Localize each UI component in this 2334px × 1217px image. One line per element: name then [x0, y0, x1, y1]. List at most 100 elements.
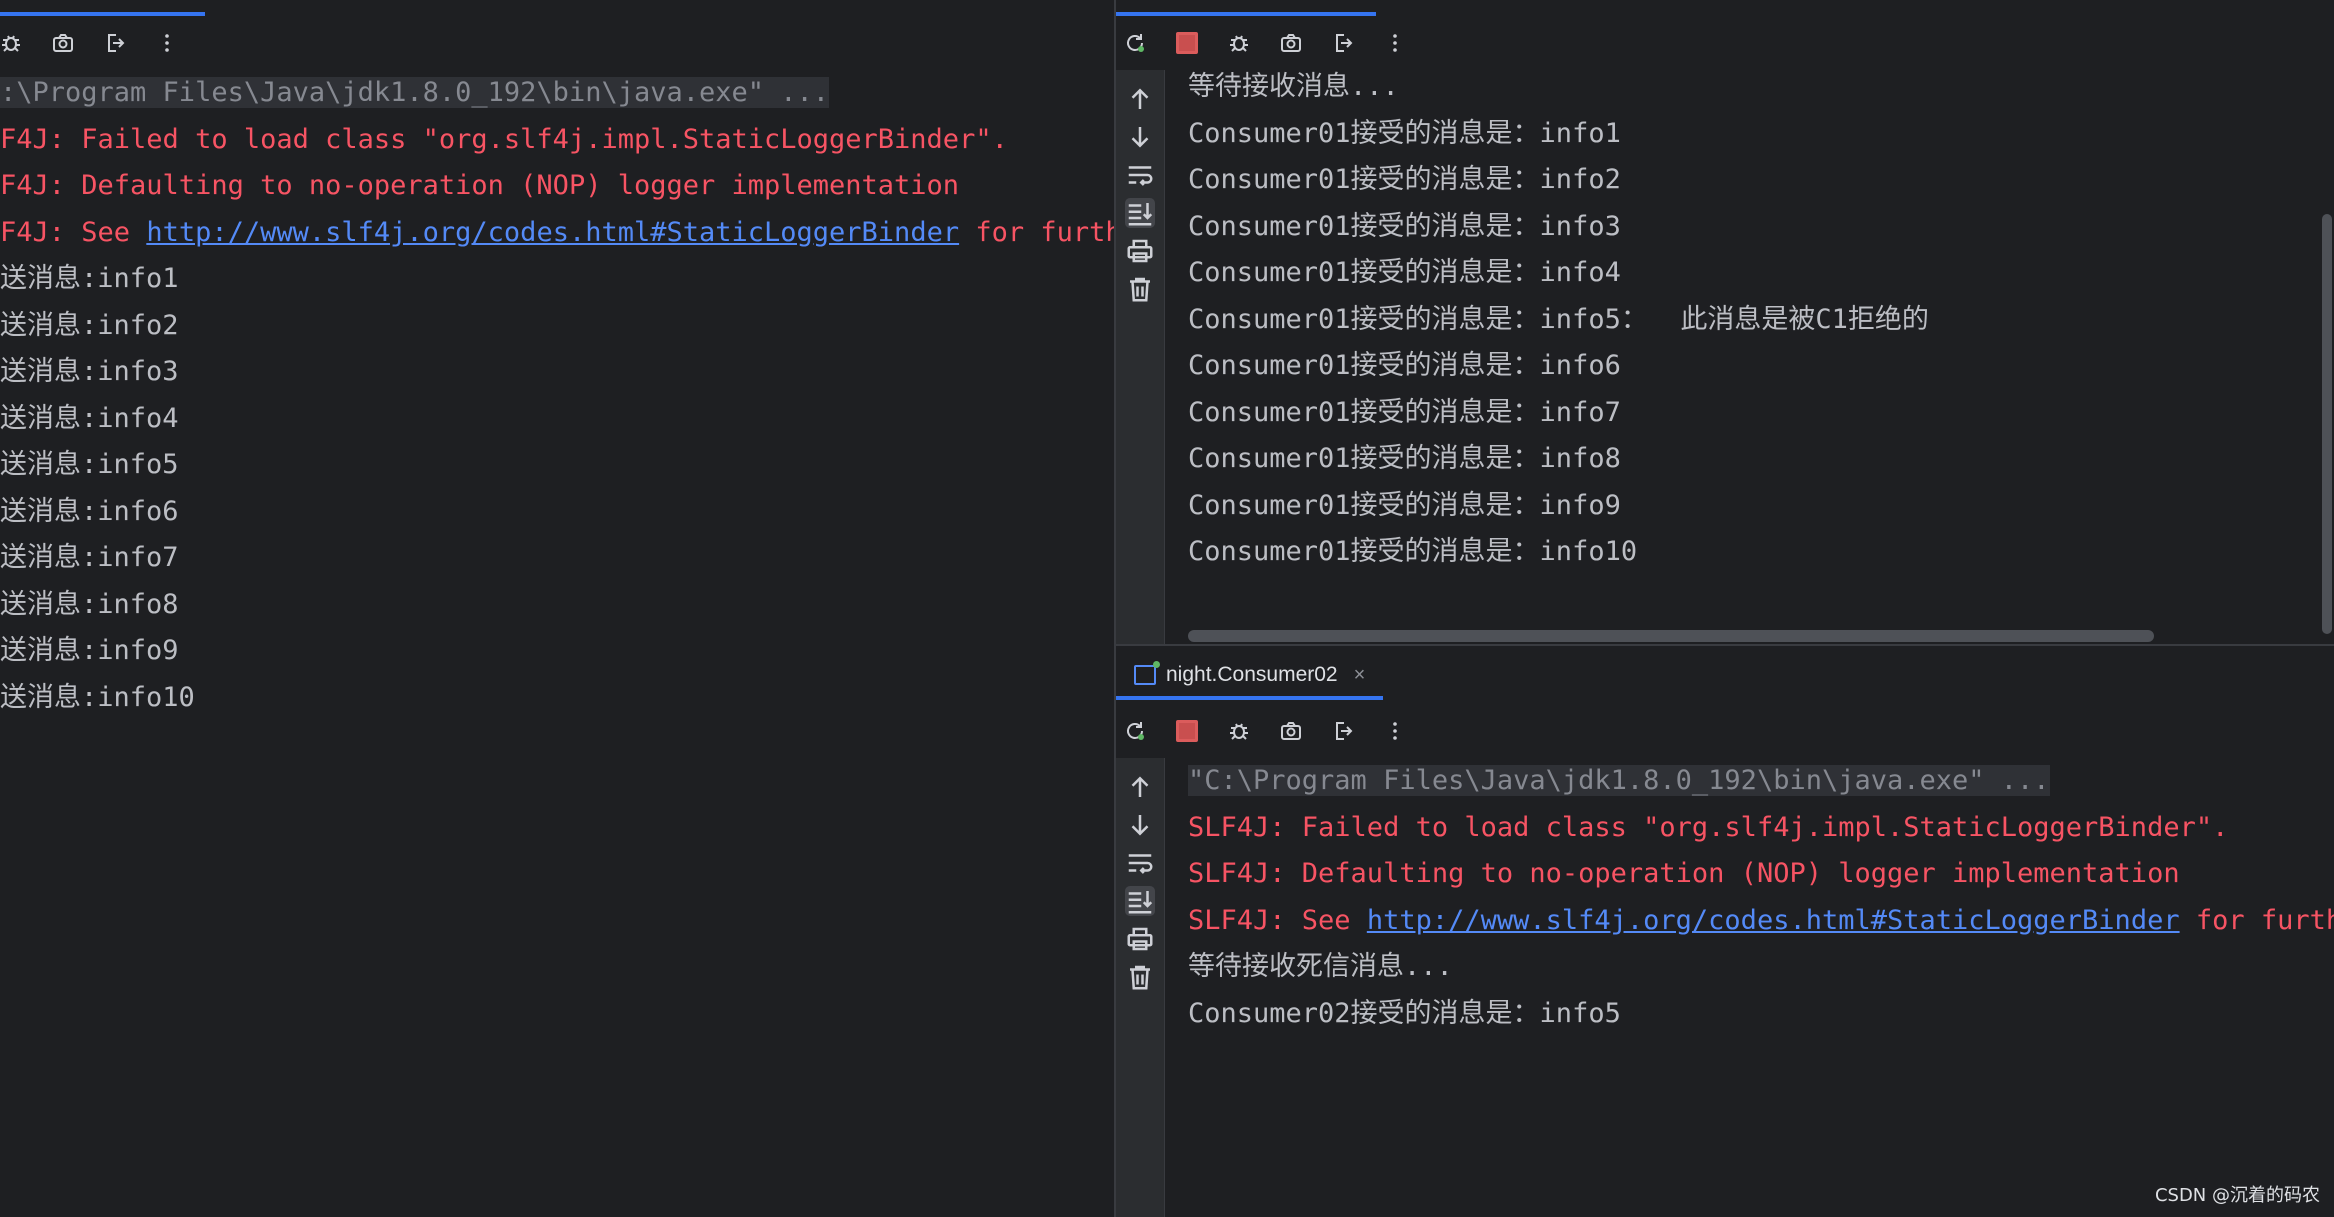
rerun-icon[interactable]: [1120, 28, 1150, 58]
tab-active-underline: [1116, 696, 1384, 700]
exit-icon[interactable]: [1328, 28, 1358, 58]
console-line: Consumer01接受的消息是：info2: [1188, 157, 1621, 203]
console-line-text: 送消息:info8: [0, 588, 179, 620]
console-line: Consumer01接受的消息是：info9: [1188, 483, 1621, 529]
right-bottom-console-output: "C:\Program Files\Java\jdk1.8.0_192\bin\…: [1188, 758, 2334, 1178]
console-line: Consumer02接受的消息是：info5: [1188, 991, 1621, 1037]
debug-icon[interactable]: [0, 28, 26, 58]
console-line-text: SLF4J: Defaulting to no-operation (NOP) …: [1188, 858, 2180, 889]
console-line-text: Consumer02接受的消息是：info5: [1188, 997, 1621, 1029]
console-line-suffix: for furthe: [2195, 904, 2334, 936]
watermark: CSDN @沉着的码农: [2154, 1185, 2320, 1206]
console-line-text: 送消息:info9: [0, 635, 179, 666]
print-icon[interactable]: [1125, 236, 1155, 266]
tab-label: night.Consumer02: [1166, 663, 1338, 686]
print-icon[interactable]: [1125, 924, 1155, 954]
console-line-text: F4J: See: [0, 216, 147, 248]
console-line: Consumer01接受的消息是：info4: [1188, 250, 1621, 296]
console-line-text: :\Program Files\Java\jdk1.8.0_192\bin\ja…: [0, 77, 830, 108]
console-line: 送消息:info9: [0, 628, 179, 674]
right-top-console-pane: 等待接收消息... Consumer01接受的消息是：info1 Consumer0…: [1116, 0, 2334, 644]
console-line: 等待接收死信消息...: [1188, 944, 1453, 990]
arrow-down-icon[interactable]: [1125, 810, 1155, 840]
console-line-text: 等待接收死信消息...: [1188, 951, 1453, 982]
right-bottom-side-toolbar: [1116, 758, 1165, 1217]
console-line-text: "C:\Program Files\Java\jdk1.8.0_192\bin\…: [1188, 765, 2050, 796]
console-line-text: Consumer01接受的消息是：info8: [1188, 443, 1621, 474]
console-line: 送消息:info3: [0, 349, 179, 395]
console-line: Consumer01接受的消息是：info8: [1188, 436, 1621, 482]
console-line: 送消息:info7: [0, 535, 179, 581]
close-icon[interactable]: ×: [1354, 664, 1366, 687]
more-icon[interactable]: [152, 28, 182, 58]
vertical-scrollbar[interactable]: [2322, 214, 2332, 634]
console-line: 送消息:info1: [0, 256, 179, 302]
console-line: F4J: See http://www.slf4j.org/codes.html…: [0, 210, 1114, 256]
console-line-text: 送消息:info10: [0, 681, 195, 713]
scroll-to-end-icon[interactable]: [1125, 198, 1155, 228]
soft-wrap-icon[interactable]: [1125, 160, 1155, 190]
console-line: 送消息:info6: [0, 489, 179, 535]
exit-icon[interactable]: [1328, 716, 1358, 746]
arrow-up-icon[interactable]: [1125, 772, 1155, 802]
tab-night-consumer02[interactable]: night.Consumer02 ×: [1116, 650, 1384, 700]
camera-icon[interactable]: [1276, 28, 1306, 58]
horizontal-scrollbar[interactable]: [1188, 630, 2154, 642]
console-line: Consumer01接受的消息是：info7: [1188, 390, 1621, 436]
console-line-text: Consumer01接受的消息是：info10: [1188, 536, 1638, 567]
console-line-text: SLF4J: Failed to load class "org.slf4j.i…: [1188, 811, 2229, 843]
console-line-text: SLF4J: See: [1188, 904, 1367, 936]
console-line: Consumer01接受的消息是：info5： 此消息是被C1拒绝的: [1188, 297, 1929, 343]
scroll-to-end-icon[interactable]: [1125, 886, 1155, 916]
left-toolbar: [0, 16, 182, 70]
more-icon[interactable]: [1380, 716, 1410, 746]
camera-icon[interactable]: [1276, 716, 1306, 746]
console-line: 送消息:info10: [0, 675, 195, 721]
stop-icon[interactable]: [1172, 716, 1202, 746]
left-console-pane: :\Program Files\Java\jdk1.8.0_192\bin\ja…: [0, 0, 1114, 1217]
console-line: 送消息:info4: [0, 396, 179, 442]
console-line: Consumer01接受的消息是：info6: [1188, 343, 1621, 389]
console-line-text: Consumer01接受的消息是：info6: [1188, 350, 1621, 381]
arrow-down-icon[interactable]: [1125, 122, 1155, 152]
exit-icon[interactable]: [100, 28, 130, 58]
debug-icon[interactable]: [1224, 716, 1254, 746]
trash-icon[interactable]: [1125, 962, 1155, 992]
console-line-text: 送消息:info3: [0, 356, 179, 387]
console-line: Consumer01接受的消息是：info1: [1188, 111, 1621, 157]
console-line: F4J: Failed to load class "org.slf4j.imp…: [0, 117, 1008, 163]
console-line: SLF4J: Failed to load class "org.slf4j.i…: [1188, 805, 2228, 851]
left-console-output: :\Program Files\Java\jdk1.8.0_192\bin\ja…: [0, 70, 1114, 770]
right-bottom-console-pane: night.Consumer02 × "C:\Program Files\Jav…: [1116, 646, 2334, 1217]
console-link[interactable]: http://www.slf4j.org/codes.html#StaticLo…: [1367, 905, 2180, 936]
trash-icon[interactable]: [1125, 274, 1155, 304]
console-line: SLF4J: Defaulting to no-operation (NOP) …: [1188, 851, 2180, 897]
right-top-console-output: 等待接收消息... Consumer01接受的消息是：info1 Consumer0…: [1188, 64, 2328, 584]
right-top-toolbar: [1120, 16, 1410, 70]
arrow-up-icon[interactable]: [1125, 84, 1155, 114]
console-line: F4J: Defaulting to no-operation (NOP) lo…: [0, 163, 959, 209]
console-line-text: 送消息:info4: [0, 402, 179, 434]
console-line-text: Consumer01接受的消息是：info1: [1188, 117, 1621, 149]
soft-wrap-icon[interactable]: [1125, 848, 1155, 878]
camera-icon[interactable]: [48, 28, 78, 58]
console-line: 送消息:info5: [0, 442, 179, 488]
right-top-side-toolbar: [1116, 70, 1165, 644]
console-line: SLF4J: See http://www.slf4j.org/codes.ht…: [1188, 898, 2334, 944]
right-bottom-toolbar: [1120, 704, 1410, 758]
console-line: 等待接收消息...: [1188, 64, 1399, 110]
console-line-text: 送消息:info6: [0, 495, 179, 527]
console-line-text: 送消息:info1: [0, 263, 179, 294]
console-icon: [1134, 661, 1160, 685]
console-line-text: 送消息:info5: [0, 449, 179, 480]
console-line: 送消息:info8: [0, 582, 179, 628]
stop-icon[interactable]: [1172, 28, 1202, 58]
debug-icon[interactable]: [1224, 28, 1254, 58]
console-link[interactable]: http://www.slf4j.org/codes.html#StaticLo…: [146, 217, 959, 248]
console-line-text: Consumer01接受的消息是：info2: [1188, 164, 1621, 195]
console-line-text: Consumer01接受的消息是：info4: [1188, 257, 1621, 288]
console-line-text: Consumer01接受的消息是：info3: [1188, 210, 1621, 242]
more-icon[interactable]: [1380, 28, 1410, 58]
rerun-icon[interactable]: [1120, 716, 1150, 746]
console-line-text: F4J: Failed to load class "org.slf4j.imp…: [0, 123, 1008, 155]
